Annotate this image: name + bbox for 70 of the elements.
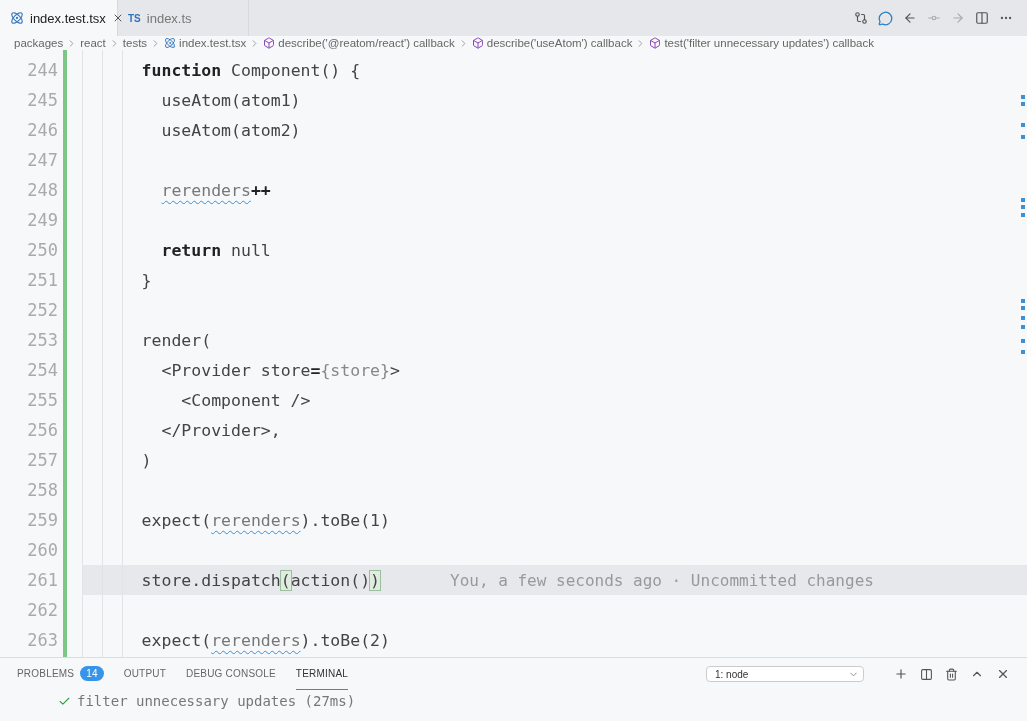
line-number: 255	[26, 390, 58, 410]
trash-icon[interactable]	[945, 667, 958, 681]
terminal-output: filter unnecessary updates (27ms)	[77, 693, 356, 709]
terminal-select[interactable]: 1: node	[706, 666, 864, 682]
line-number: 260	[26, 540, 58, 560]
code-line: <Provider store={store}>	[160, 360, 400, 380]
react-file-icon	[10, 11, 24, 25]
code-line: </Provider>,	[160, 420, 281, 440]
split-terminal-icon[interactable]	[920, 667, 933, 681]
line-number: 259	[26, 510, 58, 530]
overview-ruler-mark	[1021, 325, 1025, 329]
line-number: 262	[26, 600, 58, 620]
line-number: 252	[26, 300, 58, 320]
react-file-icon	[164, 37, 177, 49]
code-line: function Component() {	[140, 60, 361, 80]
breadcrumb-item[interactable]: test('filter unnecessary updates') callback	[664, 37, 874, 49]
breadcrumb-item[interactable]: tests	[122, 37, 148, 49]
line-number: 247	[26, 150, 58, 170]
code-line: render(	[140, 330, 212, 350]
cube-icon	[263, 37, 276, 49]
code-line: expect(rerenders).toBe(2)	[140, 630, 390, 650]
line-number: 258	[26, 480, 58, 500]
overview-ruler-mark	[1021, 123, 1025, 127]
breadcrumb-item[interactable]: index.test.tsx	[179, 37, 247, 49]
compare-icon[interactable]	[854, 11, 868, 25]
blame-annotation: You, a few seconds ago · Uncommitted changes	[450, 570, 874, 590]
line-number: 244	[26, 60, 58, 80]
line-number: 248	[26, 180, 58, 200]
code-line: rerenders++	[160, 180, 271, 200]
split-editor-icon[interactable]	[975, 11, 989, 25]
code-line: store.dispatch(action())	[140, 570, 381, 590]
code-line: useAtom(atom1)	[160, 90, 301, 110]
overview-ruler-mark	[1021, 339, 1025, 343]
cube-icon	[471, 37, 484, 49]
breadcrumb-item[interactable]: react	[80, 37, 106, 49]
breadcrumb-item[interactable]: describe('useAtom') callback	[486, 37, 633, 49]
line-number: 257	[26, 450, 58, 470]
panel-tab[interactable]: OUTPUT	[123, 658, 166, 690]
arrow-left-icon[interactable]	[903, 11, 917, 25]
overview-ruler-mark	[1021, 135, 1025, 139]
file-type-label: TS	[128, 12, 141, 24]
code-line: return null	[160, 240, 271, 260]
code-line: expect(rerenders).toBe(1)	[140, 510, 390, 530]
overview-ruler-mark	[1021, 350, 1025, 354]
code-line: )	[140, 450, 152, 470]
line-number: 249	[26, 210, 58, 230]
line-number: 245	[26, 90, 58, 110]
line-number: 254	[26, 360, 58, 380]
line-number: 263	[26, 630, 58, 650]
panel-tab[interactable]: TERMINAL	[295, 658, 349, 690]
close-icon[interactable]	[996, 667, 1010, 681]
line-number: 250	[26, 240, 58, 260]
chat-icon[interactable]	[878, 10, 893, 26]
breadcrumb-item[interactable]: describe('@reatom/react') callback	[278, 37, 455, 49]
panel-tab[interactable]: DEBUG CONSOLE	[186, 658, 276, 690]
editor-tab[interactable]: TS index.ts	[118, 0, 249, 36]
panel-tab[interactable]: PROBLEMS 14	[17, 658, 104, 690]
line-number: 246	[26, 120, 58, 140]
line-number: 261	[26, 570, 58, 590]
code-line: useAtom(atom2)	[160, 120, 301, 140]
problem-count-badge: 14	[80, 666, 104, 681]
overview-ruler-mark	[1021, 316, 1025, 320]
code-line: <Component />	[180, 390, 311, 410]
line-number: 253	[26, 330, 58, 350]
breadcrumb-item[interactable]: packages	[14, 37, 64, 49]
plus-icon[interactable]	[894, 667, 908, 681]
code-line: }	[140, 270, 152, 290]
line-number: 256	[26, 420, 58, 440]
cube-icon	[649, 37, 662, 49]
line-number: 251	[26, 270, 58, 290]
